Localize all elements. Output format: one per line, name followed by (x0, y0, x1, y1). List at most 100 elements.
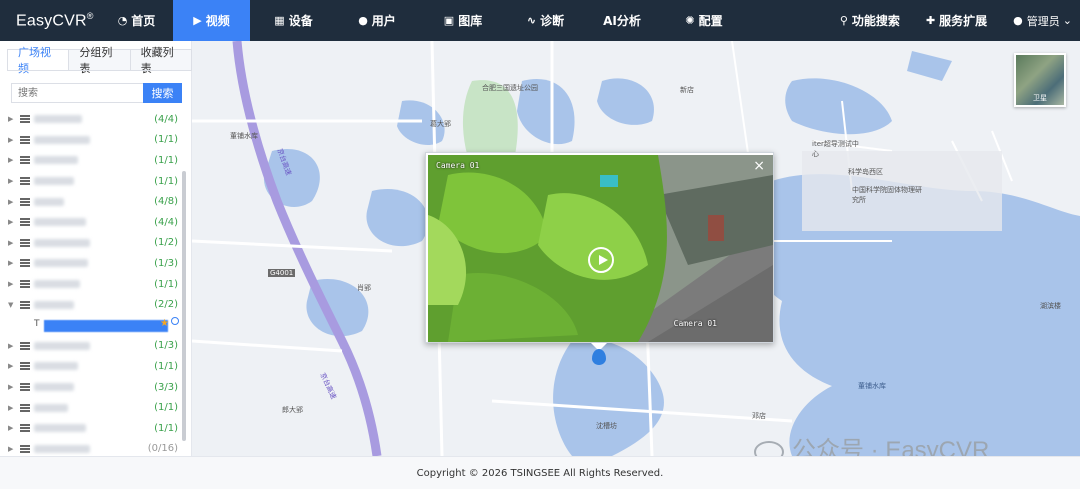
close-icon[interactable]: × (753, 159, 765, 173)
channel-count: (4/4) (154, 113, 178, 125)
search-row: 搜索 (11, 83, 182, 103)
caret-right-icon[interactable]: ▶ (8, 383, 16, 391)
caret-right-icon[interactable]: ▶ (8, 115, 16, 123)
device-name-redacted (34, 197, 64, 206)
server-icon (20, 280, 30, 289)
user-icon: ● (358, 14, 368, 27)
caret-right-icon[interactable]: ▶ (8, 239, 16, 247)
top-navbar: EasyCVR® ◔ 首页 ▶ 视频 ▦ 设备 ● 用户 ▣ 图库 ∿ 诊断 AI分析 ✺ 配… (0, 0, 1080, 41)
nav-item-home[interactable]: ◔ 首页 (100, 0, 173, 41)
tab-square-video[interactable]: 广场视频 (7, 46, 70, 75)
play-icon[interactable] (588, 247, 614, 273)
function-search-button[interactable]: ⚲ 功能搜索 (840, 12, 900, 29)
tree-item[interactable]: ▶ (1/1) (8, 130, 182, 151)
highway-shield: G4001 (268, 269, 296, 277)
avatar-icon: ● (1013, 14, 1023, 27)
tree-item[interactable]: ▶ (1/1) (8, 397, 182, 418)
device-name-redacted (34, 300, 74, 309)
tree-item[interactable]: ▶ (4/4) (8, 212, 182, 233)
tree-channel-item[interactable]: T ★ (8, 315, 182, 336)
right-nav: ⚲ 功能搜索 ✚ 服务扩展 ● 管理员 ⌄ (840, 0, 1080, 41)
admin-menu[interactable]: ● 管理员 ⌄ (1013, 13, 1072, 29)
device-name-redacted (34, 424, 86, 433)
channel-count: (1/1) (154, 175, 178, 187)
caret-right-icon[interactable]: ▶ (8, 218, 16, 226)
tree-item[interactable]: ▶ (3/3) (8, 377, 182, 398)
puzzle-icon: ✚ (925, 14, 936, 27)
tree-item-expanded[interactable]: ▼ (2/2) (8, 294, 182, 315)
search-button[interactable]: 搜索 (143, 83, 182, 103)
channel-count: (1/3) (154, 340, 178, 352)
caret-right-icon[interactable]: ▶ (8, 177, 16, 185)
sidebar-tabs: 广场视频 分组列表 收藏列表 (7, 46, 192, 75)
service-extension-button[interactable]: ✚ 服务扩展 (926, 12, 987, 29)
map-label: 湖滨楼 (1040, 302, 1061, 310)
nav-item-config[interactable]: ✺ 配置 (662, 0, 746, 41)
nav-item-user[interactable]: ● 用户 (337, 0, 417, 41)
tree-item[interactable]: ▶ (1/1) (8, 418, 182, 439)
server-icon (20, 362, 30, 371)
channel-count: (1/2) (154, 237, 178, 249)
camera-osd-title: Camera 01 (436, 161, 480, 170)
map-label: 董铺水库 (858, 382, 886, 390)
caret-right-icon[interactable]: ▶ (8, 136, 16, 144)
caret-right-icon[interactable]: ▶ (8, 424, 16, 432)
nav-item-gallery[interactable]: ▣ 图库 (417, 0, 509, 41)
channel-count: (1/1) (154, 134, 178, 146)
device-name-redacted (34, 115, 82, 124)
tree-item[interactable]: ▶ (1/3) (8, 253, 182, 274)
app-logo[interactable]: EasyCVR® (16, 11, 94, 30)
device-name-redacted (34, 177, 74, 186)
nav-item-video[interactable]: ▶ 视频 (173, 0, 250, 41)
search-input[interactable] (11, 83, 143, 103)
caret-right-icon[interactable]: ▶ (8, 362, 16, 370)
channel-count: (1/1) (154, 402, 178, 414)
device-name-redacted (34, 156, 78, 165)
server-icon (20, 300, 30, 309)
map-label: 郎大郢 (282, 406, 303, 414)
caret-right-icon[interactable]: ▶ (8, 445, 16, 453)
camera-osd-label: Camera 01 (673, 319, 717, 328)
server-icon (20, 177, 30, 186)
server-icon (20, 341, 30, 350)
caret-right-icon[interactable]: ▶ (8, 342, 16, 350)
video-player[interactable]: Camera 01 Camera 01 × (428, 155, 773, 342)
server-icon (20, 403, 30, 412)
tree-item[interactable]: ▶ (1/2) (8, 233, 182, 254)
nav-item-device[interactable]: ▦ 设备 (250, 0, 337, 41)
tree-item[interactable]: ▶ (4/8) (8, 191, 182, 212)
caret-right-icon[interactable]: ▶ (8, 156, 16, 164)
tree-item[interactable]: ▶ (1/1) (8, 150, 182, 171)
sidebar-scrollbar[interactable] (182, 171, 186, 441)
star-icon[interactable]: ★ (160, 318, 169, 329)
tab-favorites[interactable]: 收藏列表 (129, 46, 192, 75)
satellite-layer-toggle[interactable]: 卫星 (1014, 53, 1066, 107)
channel-count: (1/3) (154, 257, 178, 269)
tree-item[interactable]: ▶ (1/1) (8, 274, 182, 295)
caret-right-icon[interactable]: ▶ (8, 404, 16, 412)
caret-right-icon[interactable]: ▶ (8, 280, 16, 288)
sidebar: 广场视频 分组列表 收藏列表 搜索 ▶ (4/4) ▶ (1/1) ▶ (1/1) ▶… (0, 41, 192, 456)
tree-item[interactable]: ▶ (1/1) (8, 171, 182, 192)
server-icon (20, 238, 30, 247)
tree-item[interactable]: ▶ (1/3) (8, 336, 182, 357)
location-pin-icon[interactable] (171, 316, 179, 325)
tree-item[interactable]: ▶ (1/1) (8, 356, 182, 377)
caret-down-icon[interactable]: ▼ (8, 301, 16, 309)
camera-marker-icon[interactable] (592, 349, 606, 365)
map-label: 新店 (680, 86, 694, 94)
map-label: 邓店 (752, 412, 766, 420)
map-label: 科学岛西区 (848, 168, 883, 176)
nav-item-diagnose[interactable]: ∿ 诊断 (509, 0, 582, 41)
caret-right-icon[interactable]: ▶ (8, 198, 16, 206)
map-label: iter超导测试中心 (812, 140, 859, 158)
tab-divider (7, 70, 183, 71)
channel-prefix: T (34, 318, 40, 329)
server-icon (20, 156, 30, 165)
tree-item[interactable]: ▶ (4/4) (8, 109, 182, 130)
gallery-icon: ▣ (443, 14, 455, 27)
caret-right-icon[interactable]: ▶ (8, 259, 16, 267)
main-nav: ◔ 首页 ▶ 视频 ▦ 设备 ● 用户 ▣ 图库 ∿ 诊断 AI分析 ✺ 配置 (100, 0, 746, 41)
nav-item-ai-analysis[interactable]: AI分析 (582, 0, 662, 41)
tab-group-list[interactable]: 分组列表 (68, 46, 131, 75)
